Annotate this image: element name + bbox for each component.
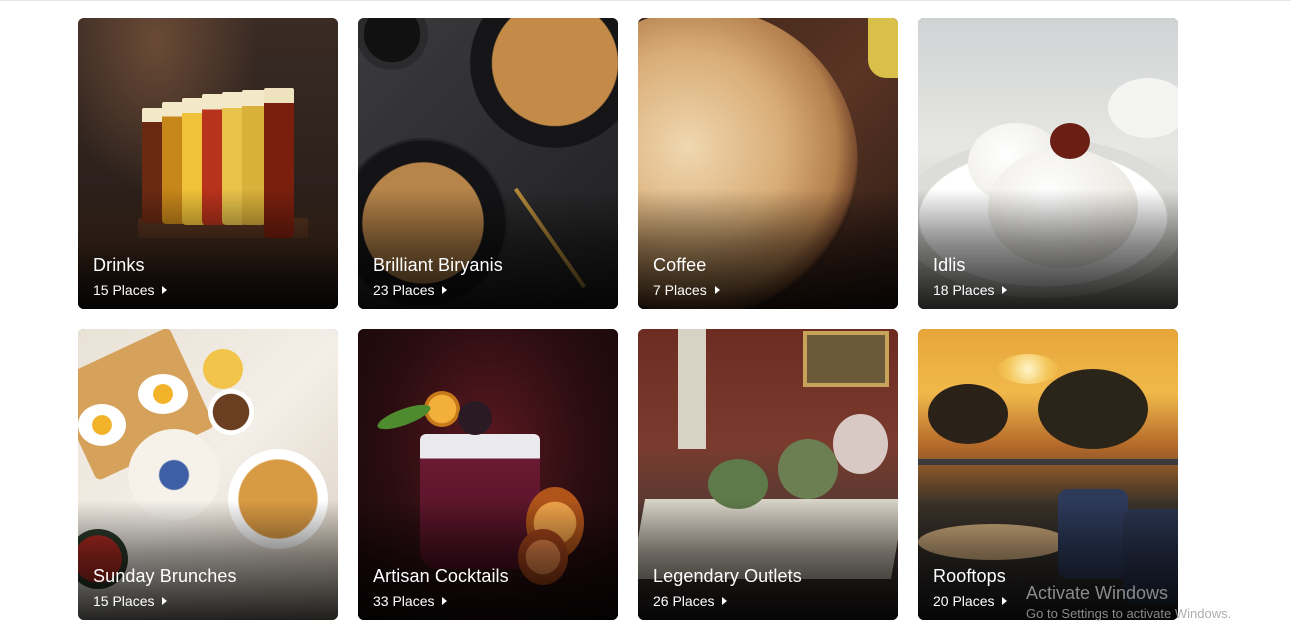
card-count: 7 Places [653, 282, 720, 298]
window [678, 329, 706, 449]
watermark-subtitle: Go to Settings to activate Windows. [1026, 606, 1232, 621]
card-title: Idlis [933, 255, 966, 275]
card-title: Drinks [93, 255, 145, 275]
card-title: Sunday Brunches [93, 566, 237, 586]
card-count: 18 Places [933, 282, 1008, 298]
caret-right-icon [722, 597, 728, 605]
place-count: 7 Places [653, 282, 707, 298]
card-count: 33 Places [373, 593, 448, 609]
railing [918, 459, 1178, 465]
blackberry [458, 401, 492, 435]
wall-painting [803, 331, 889, 387]
collection-card-legendary-outlets[interactable]: Legendary Outlets 26 Places [638, 329, 898, 620]
card-title: Coffee [653, 255, 707, 275]
collection-card-coffee[interactable]: Coffee 7 Places [638, 18, 898, 309]
side-bowl [1108, 78, 1178, 138]
tree [928, 384, 1008, 444]
card-count: 20 Places [933, 593, 1008, 609]
card-count: 26 Places [653, 593, 728, 609]
mint-leaf [374, 399, 434, 435]
place-count: 20 Places [933, 593, 995, 609]
flower-arrangement [778, 439, 838, 499]
fried-egg [138, 374, 188, 414]
collections-grid: Drinks 15 Places Brilliant Biryanis 23 P… [78, 18, 1178, 620]
coffee-cup [208, 389, 254, 435]
cup-handle [868, 18, 898, 78]
place-count: 15 Places [93, 593, 155, 609]
caret-right-icon [162, 597, 168, 605]
place-count: 23 Places [373, 282, 435, 298]
flower-arrangement [833, 414, 888, 474]
biryani-plate [470, 18, 618, 148]
caret-right-icon [714, 286, 720, 294]
juice-glass [203, 349, 243, 389]
caret-right-icon [1002, 597, 1008, 605]
pepper-bowl [358, 18, 428, 70]
caret-right-icon [162, 286, 168, 294]
collection-card-drinks[interactable]: Drinks 15 Places [78, 18, 338, 309]
activate-windows-watermark: Activate Windows Go to Settings to activ… [1026, 583, 1231, 622]
card-title: Artisan Cocktails [373, 566, 509, 586]
place-count: 15 Places [93, 282, 155, 298]
collection-card-brilliant-biryanis[interactable]: Brilliant Biryanis 23 Places [358, 18, 618, 309]
place-count: 33 Places [373, 593, 435, 609]
card-title: Rooftops [933, 566, 1006, 586]
top-divider [0, 0, 1291, 1]
card-count: 15 Places [93, 593, 168, 609]
watermark-title: Activate Windows [1026, 583, 1169, 603]
caret-right-icon [1002, 286, 1008, 294]
card-count: 15 Places [93, 282, 168, 298]
place-count: 26 Places [653, 593, 715, 609]
tree [1038, 369, 1148, 449]
chili-garnish [1050, 123, 1090, 159]
caret-right-icon [442, 286, 448, 294]
caret-right-icon [442, 597, 448, 605]
fried-egg [78, 404, 126, 446]
collection-card-rooftops[interactable]: Rooftops 20 Places [918, 329, 1178, 620]
place-count: 18 Places [933, 282, 995, 298]
card-title: Legendary Outlets [653, 566, 802, 586]
collection-card-sunday-brunches[interactable]: Sunday Brunches 15 Places [78, 329, 338, 620]
sunset-sun [998, 354, 1058, 384]
card-count: 23 Places [373, 282, 448, 298]
collection-card-idlis[interactable]: Idlis 18 Places [918, 18, 1178, 309]
collection-card-artisan-cocktails[interactable]: Artisan Cocktails 33 Places [358, 329, 618, 620]
card-title: Brilliant Biryanis [373, 255, 503, 275]
